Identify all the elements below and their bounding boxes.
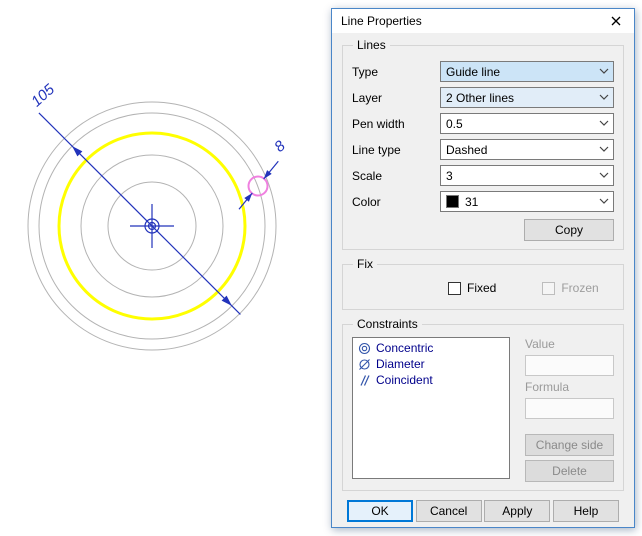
constraint-label: Diameter: [376, 357, 425, 371]
copy-row: Copy: [352, 219, 614, 241]
chevron-down-icon[interactable]: [595, 166, 613, 185]
pen-width-combobox[interactable]: 0.5: [440, 113, 614, 134]
fix-content: Fixed Frozen: [352, 275, 614, 301]
line-type-combobox[interactable]: Dashed: [440, 139, 614, 160]
type-combobox[interactable]: Guide line: [440, 61, 614, 82]
fixed-checkbox[interactable]: Fixed: [448, 281, 496, 295]
frozen-checkbox: Frozen: [542, 281, 598, 295]
drawing-canvas[interactable]: 105 8: [0, 0, 330, 500]
constraints-list[interactable]: Concentric Diameter: [352, 337, 510, 479]
color-value: 31: [465, 195, 595, 209]
color-swatch: [446, 195, 459, 208]
chevron-down-icon[interactable]: [595, 114, 613, 133]
copy-button[interactable]: Copy: [524, 219, 614, 241]
layer-value: 2 Other lines: [446, 91, 595, 105]
dialog-title: Line Properties: [341, 14, 598, 28]
formula-label: Formula: [525, 380, 614, 394]
application-window: 105 8 Line Properties Li: [0, 0, 642, 536]
list-item-coincident[interactable]: Coincident: [353, 372, 509, 388]
chevron-down-icon[interactable]: [595, 140, 613, 159]
constraints-group-label: Constraints: [353, 317, 422, 331]
fixed-checkbox-label: Fixed: [467, 281, 496, 295]
fix-group-label: Fix: [353, 257, 377, 271]
chevron-down-icon[interactable]: [595, 192, 613, 211]
apply-button[interactable]: Apply: [484, 500, 550, 522]
formula-input: [525, 398, 614, 419]
scale-combobox[interactable]: 3: [440, 165, 614, 186]
pen-width-label: Pen width: [352, 117, 440, 131]
value-label: Value: [525, 337, 614, 351]
dialog-titlebar[interactable]: Line Properties: [332, 9, 634, 33]
color-combobox[interactable]: 31: [440, 191, 614, 212]
close-button[interactable]: [598, 9, 634, 33]
fixed-checkbox-box[interactable]: [448, 282, 461, 295]
frozen-checkbox-box: [542, 282, 555, 295]
constraints-group: Constraints Concentric: [342, 317, 624, 491]
delete-button: Delete: [525, 460, 614, 482]
dimension-text-small: 8: [271, 137, 289, 156]
constraints-content: Concentric Diameter: [352, 335, 614, 482]
pen-width-value: 0.5: [446, 117, 595, 131]
close-icon: [611, 16, 621, 26]
diameter-icon: [358, 358, 371, 371]
constraints-detail-panel: Value Formula Change side Delete: [525, 337, 614, 482]
line-type-label: Line type: [352, 143, 440, 157]
dimension-text-large: 105: [28, 81, 58, 111]
fix-group: Fix Fixed Frozen: [342, 257, 624, 310]
change-side-button: Change side: [525, 434, 614, 456]
line-type-row: Line type Dashed: [352, 139, 614, 160]
dialog-button-row: OK Cancel Apply Help: [342, 498, 624, 522]
type-value: Guide line: [446, 65, 595, 79]
pen-width-row: Pen width 0.5: [352, 113, 614, 134]
line-properties-dialog: Line Properties Lines Type Guide line: [331, 8, 635, 528]
dialog-body: Lines Type Guide line Layer 2 Other line…: [332, 33, 634, 527]
help-button[interactable]: Help: [553, 500, 619, 522]
concentric-icon: [358, 342, 371, 355]
type-row: Type Guide line: [352, 61, 614, 82]
coincident-icon: [358, 374, 371, 387]
color-label: Color: [352, 195, 440, 209]
scale-row: Scale 3: [352, 165, 614, 186]
type-label: Type: [352, 65, 440, 79]
list-item-diameter[interactable]: Diameter: [353, 356, 509, 372]
cancel-button[interactable]: Cancel: [416, 500, 482, 522]
chevron-down-icon[interactable]: [595, 88, 613, 107]
color-row: Color 31: [352, 191, 614, 212]
ok-button[interactable]: OK: [347, 500, 413, 522]
list-item-concentric[interactable]: Concentric: [353, 340, 509, 356]
scale-value: 3: [446, 169, 595, 183]
lines-group: Lines Type Guide line Layer 2 Other line…: [342, 38, 624, 250]
scale-label: Scale: [352, 169, 440, 183]
lines-group-label: Lines: [353, 38, 390, 52]
layer-label: Layer: [352, 91, 440, 105]
value-input: [525, 355, 614, 376]
constraint-label: Concentric: [376, 341, 433, 355]
layer-row: Layer 2 Other lines: [352, 87, 614, 108]
frozen-checkbox-label: Frozen: [561, 281, 598, 295]
chevron-down-icon[interactable]: [595, 62, 613, 81]
constraint-label: Coincident: [376, 373, 433, 387]
layer-combobox[interactable]: 2 Other lines: [440, 87, 614, 108]
line-type-value: Dashed: [446, 143, 595, 157]
